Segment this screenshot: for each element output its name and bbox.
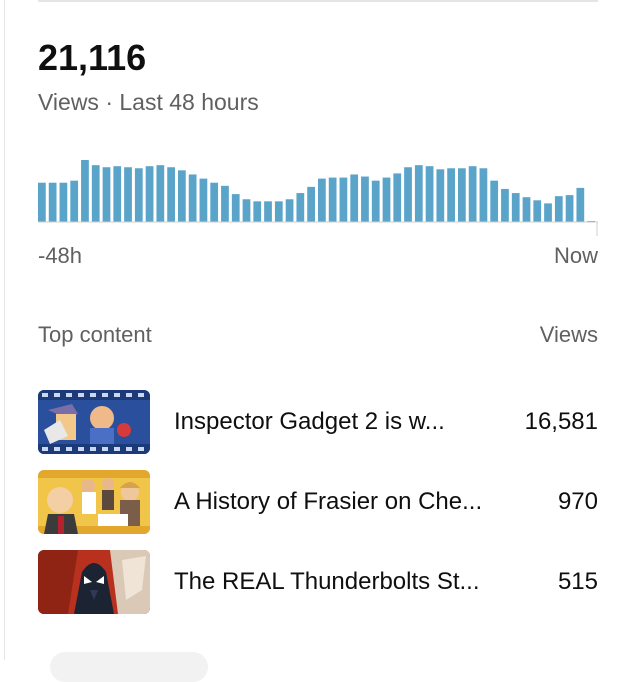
chart-bar [38,182,46,222]
chart-bar [264,201,272,222]
x-axis-start-label: -48h [38,243,83,268]
chart-bar [328,177,337,222]
chart-bar [242,199,251,222]
chart-bar [274,201,283,222]
chart-bar [382,177,391,222]
chart-bar [544,203,552,222]
chart-bar [210,182,219,222]
total-views-value: 21,116 [38,37,147,78]
chart-bar [285,199,294,222]
chart-bar [511,193,520,222]
chart-bar [490,180,499,222]
video-views: 970 [557,488,598,515]
chart-bar [414,165,423,222]
chart-bar [145,166,154,222]
chart-bar [81,160,89,222]
chart-bar [59,182,68,222]
chart-bar [167,167,175,222]
chart-bar [393,173,402,222]
chart-bar [522,197,531,222]
video-title[interactable]: Inspector Gadget 2 is w... [174,407,504,437]
top-content-row[interactable]: Inspector Gadget 2 is w... 16,581 [38,390,598,454]
chart-bar [199,178,208,222]
chart-bar [102,167,111,222]
video-views: 515 [557,568,598,595]
chart-bar [447,168,455,222]
chart-bar [350,174,359,222]
views-bar-chart [38,160,598,236]
chart-bar [554,196,563,222]
chart-bar [307,186,315,222]
top-divider [38,0,598,2]
chart-bar [91,165,100,222]
chart-bar [253,201,262,222]
chart-bar [134,168,143,222]
top-content-heading: Top content [38,322,152,347]
chart-bar [501,188,509,222]
views-column-heading: Views [539,322,598,347]
chart-bar [188,174,197,222]
chart-bar [178,170,186,222]
chart-bar [156,165,165,222]
x-axis-end-label: Now [553,243,598,268]
video-views: 16,581 [524,408,598,435]
see-more-button[interactable] [50,652,208,682]
top-content-row[interactable]: A History of Frasier on Che... 970 [38,470,598,534]
chart-bar [70,180,79,222]
chart-bar [458,168,466,222]
chart-bar [361,176,369,222]
video-title[interactable]: The REAL Thunderbolts St... [174,567,504,597]
chart-bar [339,177,348,222]
chart-bar [565,195,574,222]
chart-bar [404,167,412,222]
chart-bar [124,167,132,222]
video-thumbnail[interactable] [38,550,150,614]
chart-bar [296,193,305,222]
video-title[interactable]: A History of Frasier on Che... [174,487,504,517]
video-thumbnail[interactable] [38,470,150,534]
chart-bar [436,169,445,222]
chart-bar [231,194,240,222]
chart-bar [113,166,122,222]
chart-bar [48,182,57,222]
chart-bar [221,185,229,222]
chart-bar [371,180,380,222]
chart-bar [318,178,326,222]
chart-bar [533,200,542,222]
views-period-label: Views · Last 48 hours [38,89,259,115]
video-thumbnail[interactable] [38,390,150,454]
top-content-row[interactable]: The REAL Thunderbolts St... 515 [38,550,598,614]
chart-bar [425,166,434,222]
chart-bar [468,166,477,222]
chart-bar [479,168,488,222]
left-divider [4,0,5,660]
chart-bar [576,187,585,222]
